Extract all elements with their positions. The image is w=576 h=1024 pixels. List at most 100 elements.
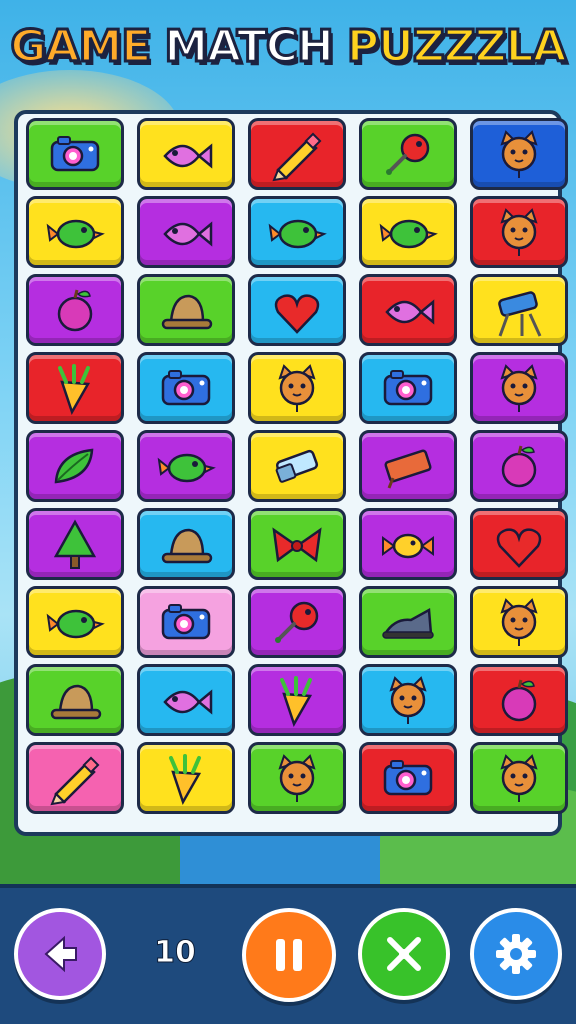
leaf-icon — [54, 448, 94, 484]
tile-r1-c2[interactable] — [137, 118, 235, 190]
game-board — [14, 110, 568, 836]
tile-r4-c1[interactable] — [26, 352, 124, 424]
bird-icon — [157, 453, 216, 483]
fish-icon — [163, 689, 213, 715]
tile-r6-c3[interactable] — [248, 508, 346, 580]
bird-icon — [268, 219, 327, 249]
tile-r5-c3[interactable] — [248, 430, 346, 502]
tile-r1-c3[interactable] — [248, 118, 346, 190]
tile-r4-c5[interactable] — [470, 352, 568, 424]
carrot-icon — [169, 754, 202, 806]
camera-icon — [161, 604, 211, 640]
tile-r6-c1[interactable] — [26, 508, 124, 580]
fish-icon — [163, 143, 213, 169]
tile-r3-c5[interactable] — [470, 274, 568, 346]
box-icon — [384, 449, 432, 489]
tile-r9-c2[interactable] — [137, 742, 235, 814]
cat-icon — [500, 598, 538, 646]
tile-r2-c5[interactable] — [470, 196, 568, 268]
bird-icon — [46, 219, 105, 249]
cat-icon — [500, 130, 538, 178]
eraser-icon — [275, 449, 319, 483]
heart-icon — [496, 528, 542, 568]
tile-r3-c4[interactable] — [359, 274, 457, 346]
tile-r6-c2[interactable] — [137, 508, 235, 580]
title-word-2: MATCH — [163, 19, 336, 73]
fish-icon — [163, 221, 213, 247]
title-word-1: GAME — [9, 19, 153, 73]
tile-r5-c4[interactable] — [359, 430, 457, 502]
cat-icon — [389, 676, 427, 724]
cat-icon — [278, 754, 316, 802]
tile-r3-c1[interactable] — [26, 274, 124, 346]
shuffle-icon — [387, 937, 421, 971]
gear-icon — [496, 934, 536, 974]
bird-icon — [379, 219, 438, 249]
tile-r8-c4[interactable] — [359, 664, 457, 736]
shuffle-button[interactable] — [358, 908, 450, 1000]
tile-r9-c5[interactable] — [470, 742, 568, 814]
tile-r6-c5[interactable] — [470, 508, 568, 580]
tile-r1-c4[interactable] — [359, 118, 457, 190]
tile-r8-c1[interactable] — [26, 664, 124, 736]
tile-r1-c1[interactable] — [26, 118, 124, 190]
score-counter: 10 — [154, 935, 197, 971]
settings-button[interactable] — [470, 908, 562, 1000]
tile-r9-c4[interactable] — [359, 742, 457, 814]
tile-r7-c2[interactable] — [137, 586, 235, 658]
apple-icon — [501, 445, 537, 488]
hat-icon — [161, 528, 213, 564]
bow-icon — [272, 527, 322, 563]
tile-r3-c2[interactable] — [137, 274, 235, 346]
hat-icon — [50, 684, 102, 720]
tile-r5-c1[interactable] — [26, 430, 124, 502]
cat-icon — [500, 208, 538, 256]
camera-icon — [161, 370, 211, 406]
carrot-icon — [58, 364, 91, 416]
heart-icon — [274, 294, 320, 334]
cat-icon — [500, 754, 538, 802]
tile-r4-c4[interactable] — [359, 352, 457, 424]
tile-r5-c2[interactable] — [137, 430, 235, 502]
arrow-left-icon — [44, 935, 77, 973]
tree-icon — [53, 519, 97, 569]
bird-icon — [46, 609, 105, 639]
pin-icon — [275, 601, 319, 643]
back-button[interactable] — [14, 908, 106, 1000]
tile-r9-c3[interactable] — [248, 742, 346, 814]
tile-r2-c1[interactable] — [26, 196, 124, 268]
tile-r1-c5[interactable] — [470, 118, 568, 190]
camera-icon — [50, 136, 100, 172]
cat-icon — [278, 364, 316, 412]
shoe-icon — [382, 607, 434, 639]
tile-r4-c3[interactable] — [248, 352, 346, 424]
pause-button[interactable] — [242, 908, 336, 1002]
title-word-3: PUZZZLA — [345, 19, 568, 73]
tile-r3-c3[interactable] — [248, 274, 346, 346]
tile-r2-c2[interactable] — [137, 196, 235, 268]
tile-r2-c4[interactable] — [359, 196, 457, 268]
camera-icon — [383, 370, 433, 406]
cat-icon — [500, 364, 538, 412]
pencil-icon — [272, 132, 322, 182]
apple-icon — [501, 679, 537, 722]
pin-icon — [386, 133, 430, 175]
tile-r8-c3[interactable] — [248, 664, 346, 736]
telescope-icon — [498, 291, 542, 337]
fish-icon — [385, 299, 435, 325]
tile-r8-c2[interactable] — [137, 664, 235, 736]
tile-r6-c4[interactable] — [359, 508, 457, 580]
hat-icon — [161, 294, 213, 330]
tile-r9-c1[interactable] — [26, 742, 124, 814]
tile-r7-c1[interactable] — [26, 586, 124, 658]
tile-r5-c5[interactable] — [470, 430, 568, 502]
tile-r7-c4[interactable] — [359, 586, 457, 658]
tile-r4-c2[interactable] — [137, 352, 235, 424]
tile-r2-c3[interactable] — [248, 196, 346, 268]
tile-r7-c3[interactable] — [248, 586, 346, 658]
pause-icon — [276, 939, 302, 971]
tile-r7-c5[interactable] — [470, 586, 568, 658]
camera-icon — [383, 760, 433, 796]
tile-grid — [26, 118, 568, 814]
tile-r8-c5[interactable] — [470, 664, 568, 736]
